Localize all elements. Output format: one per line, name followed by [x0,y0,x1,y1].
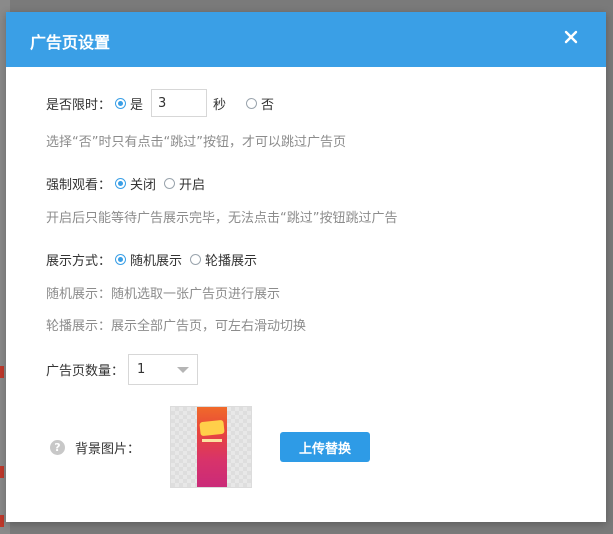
radio-unchecked-icon [190,254,202,265]
time-limit-yes-label: 是 [130,97,144,113]
seconds-unit-label: 秒 [213,97,227,113]
time-limit-no-radio[interactable]: 否 [246,94,274,113]
close-icon [564,30,578,44]
radio-unchecked-icon [164,178,176,189]
background-marker [0,366,4,378]
ad-count-select[interactable]: 1 [128,354,199,385]
force-watch-off-radio[interactable]: 关闭 [115,174,156,193]
time-limit-row: 是否限时： 是 秒 否 [46,89,282,117]
display-carousel-label: 轮播展示 [205,254,258,269]
display-random-hint: 随机展示：随机选取一张广告页进行展示 [46,287,281,302]
force-watch-on-radio[interactable]: 开启 [164,174,205,193]
radio-checked-icon [115,97,127,109]
upload-replace-button[interactable]: 上传替换 [280,432,370,462]
force-watch-on-label: 开启 [179,178,206,193]
ad-thumbnail-image [197,407,227,487]
force-watch-off-label: 关闭 [130,178,157,193]
display-random-radio[interactable]: 随机展示 [115,250,182,269]
seconds-input[interactable] [151,89,208,117]
display-random-label: 随机展示 [130,254,183,269]
ad-count-value: 1 [137,362,146,377]
question-circle-icon[interactable]: ? [50,440,65,455]
force-watch-row: 强制观看： 关闭 开启 [46,174,213,193]
display-carousel-hint: 轮播展示：展示全部广告页，可左右滑动切换 [46,319,307,334]
background-marker [0,515,4,527]
background-image-row: ? 背景图片： [50,438,140,457]
time-limit-label: 是否限时： [46,97,112,113]
force-watch-label: 强制观看： [46,178,112,193]
dialog-header: 广告页设置 [6,12,606,67]
background-image-label: 背景图片： [75,442,141,457]
radio-unchecked-icon [246,97,258,109]
display-mode-row: 展示方式： 随机展示 轮播展示 [46,250,265,269]
display-mode-label: 展示方式： [46,254,112,269]
ad-settings-dialog: 广告页设置 是否限时： 是 秒 否 选择“否”时只有点击“跳过”按钮，才可以跳过… [6,12,606,522]
force-watch-hint: 开启后只能等待广告展示完毕，无法点击“跳过”按钮跳过广告 [46,211,398,226]
time-limit-no-label: 否 [261,97,275,113]
radio-checked-icon [115,178,127,189]
display-carousel-radio[interactable]: 轮播展示 [190,250,257,269]
background-image-preview[interactable] [170,406,252,488]
radio-checked-icon [115,254,127,265]
close-button[interactable] [560,26,582,48]
thumbnail-badge-graphic [199,419,225,437]
dialog-title: 广告页设置 [30,33,111,52]
time-limit-yes-radio[interactable]: 是 [115,94,143,113]
time-limit-hint: 选择“否”时只有点击“跳过”按钮，才可以跳过广告页 [46,135,346,150]
thumbnail-stripe-graphic [202,439,222,442]
ad-count-row: 广告页数量： 1 [46,354,199,385]
background-marker [0,466,4,478]
ad-count-label: 广告页数量： [46,364,125,379]
chevron-down-icon [177,366,190,373]
